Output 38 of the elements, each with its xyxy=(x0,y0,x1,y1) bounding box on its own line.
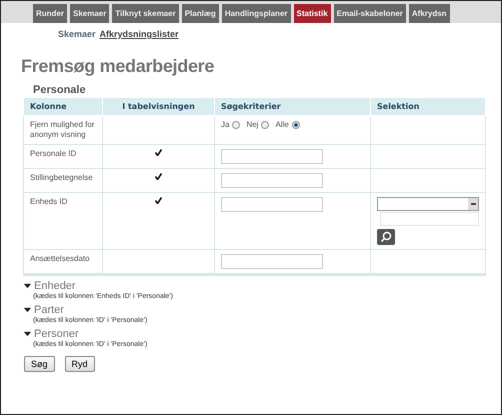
search-button[interactable] xyxy=(377,229,395,245)
row-label: Fjern mulighed for anonym visning xyxy=(30,120,94,139)
column-header: Søgekriterier xyxy=(214,98,370,116)
subnav-link[interactable]: Afkrydsningslister xyxy=(100,29,179,39)
group-title[interactable]: Personer xyxy=(34,328,79,340)
row-label: Stillingbetegnelse xyxy=(30,173,93,182)
nav-tab[interactable]: Planlæg xyxy=(182,4,219,23)
column-header: Kolonne xyxy=(24,98,102,116)
nav-tab[interactable]: Afkrydsn xyxy=(408,4,450,23)
nav-tab[interactable]: Tilknyt skemaer xyxy=(112,4,179,23)
row-label: Ansættelsesdato xyxy=(30,254,90,263)
radio-button[interactable] xyxy=(292,120,300,128)
nav-tab[interactable]: Runder xyxy=(33,4,67,23)
search-input-field[interactable] xyxy=(221,254,323,269)
search-input-field[interactable] xyxy=(221,197,323,212)
radio-label: Ja xyxy=(221,120,230,129)
nav-tab[interactable]: Handlingsplaner xyxy=(222,4,291,23)
group-title[interactable]: Parter xyxy=(34,304,64,316)
nav-tab[interactable]: Statistik xyxy=(294,4,331,23)
search-input-field[interactable] xyxy=(221,149,323,164)
subnav-link[interactable]: Skemaer xyxy=(58,29,96,39)
input-field[interactable] xyxy=(380,212,479,226)
nav-tab[interactable]: Skemaer xyxy=(70,4,110,23)
radio-label: Nej xyxy=(246,120,258,129)
radio-button[interactable] xyxy=(261,120,270,128)
page-title: Fremsøg medarbejdere xyxy=(21,55,216,77)
section-title: Personale xyxy=(33,84,87,96)
radio-button[interactable] xyxy=(232,120,240,128)
radio-label: Alle xyxy=(275,120,289,129)
column-header: Selektion xyxy=(370,98,486,116)
nav-tab[interactable]: Email-skabeloner xyxy=(334,4,406,23)
row-label: Enheds ID xyxy=(30,197,68,206)
form-button[interactable]: Søg xyxy=(24,356,55,372)
form-button[interactable]: Ryd xyxy=(64,356,95,372)
search-input-field[interactable] xyxy=(221,173,323,188)
row-label: Personale ID xyxy=(30,149,76,158)
group-title[interactable]: Enheder xyxy=(34,280,76,292)
column-header: I tabelvisningen xyxy=(102,98,214,116)
